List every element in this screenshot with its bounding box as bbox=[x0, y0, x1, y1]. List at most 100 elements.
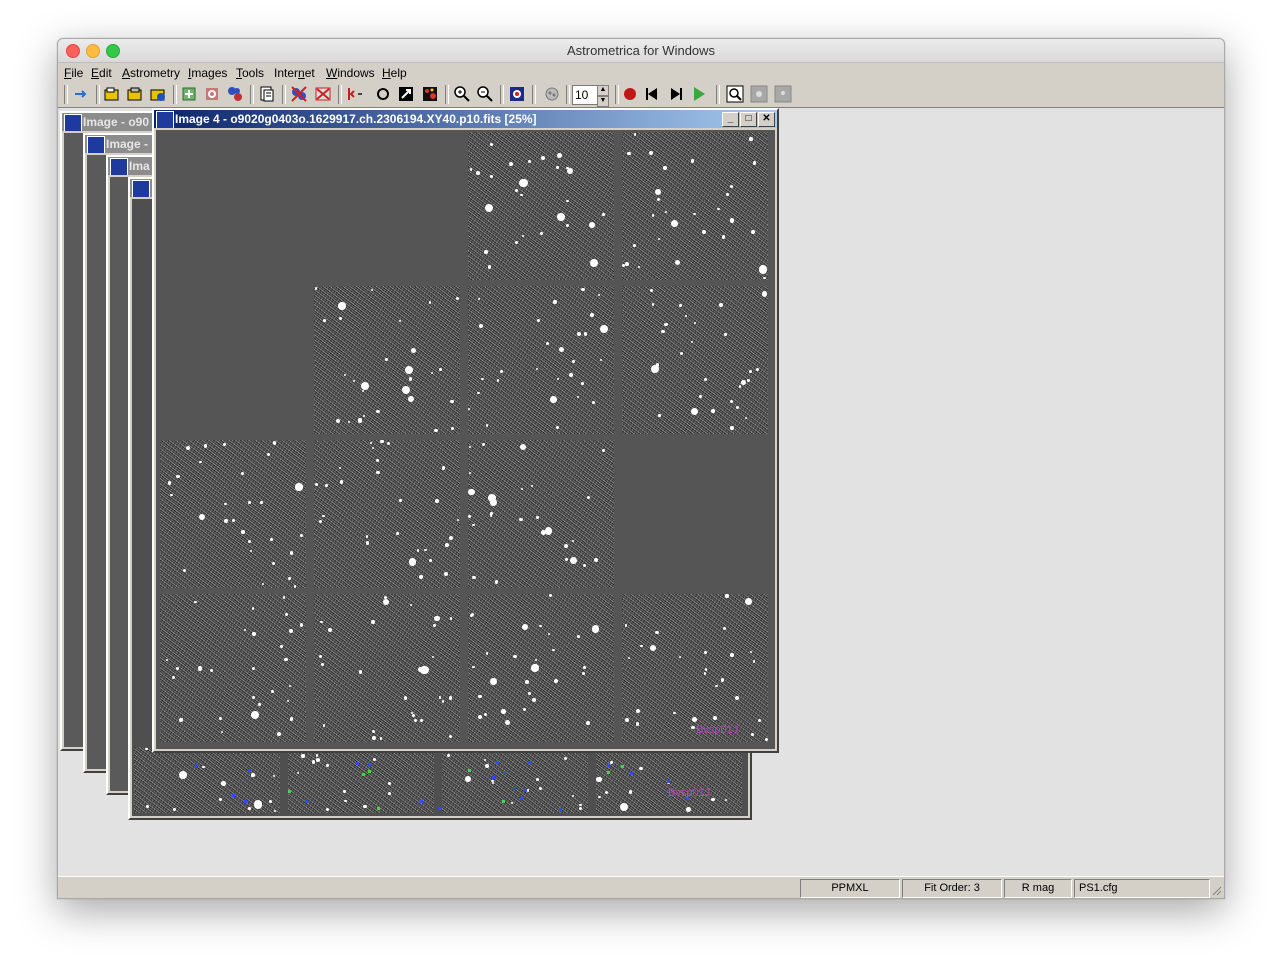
star bbox=[661, 329, 665, 334]
toolbar-separator bbox=[532, 85, 536, 104]
zoom-out-icon[interactable] bbox=[476, 85, 494, 103]
toolbar-separator bbox=[615, 85, 619, 104]
star bbox=[535, 658, 538, 661]
star bbox=[658, 414, 661, 417]
menu-internet[interactable]: Internet bbox=[274, 66, 315, 80]
astrometrica-icon bbox=[87, 136, 105, 153]
star bbox=[556, 165, 559, 168]
disabled-tool-icon[interactable] bbox=[750, 85, 768, 103]
star bbox=[693, 213, 696, 216]
star bbox=[449, 536, 454, 541]
star bbox=[589, 258, 599, 268]
star bbox=[679, 304, 682, 307]
track-object-icon[interactable] bbox=[397, 85, 415, 103]
open-images-icon[interactable] bbox=[126, 85, 144, 103]
color-image-icon[interactable] bbox=[421, 85, 439, 103]
object-label: Bvsp01J bbox=[696, 724, 739, 736]
object-detection-icon[interactable] bbox=[543, 85, 561, 103]
catalog-marker bbox=[231, 793, 235, 797]
star bbox=[270, 690, 274, 693]
active-image-canvas[interactable]: Bvsp01J bbox=[156, 130, 775, 749]
catalog-marker bbox=[629, 771, 633, 775]
star bbox=[565, 224, 569, 228]
add-image-icon[interactable] bbox=[180, 85, 198, 103]
star bbox=[557, 213, 565, 221]
blink-interval-field[interactable]: 10 bbox=[572, 85, 598, 105]
menu-help[interactable]: Help bbox=[382, 66, 407, 80]
spin-up-icon[interactable]: ▲ bbox=[597, 85, 609, 96]
star bbox=[664, 322, 668, 327]
minimize-window-button[interactable] bbox=[86, 44, 100, 58]
play-icon[interactable] bbox=[690, 85, 708, 103]
menu-astrometry[interactable]: Astrometry bbox=[122, 66, 180, 80]
star bbox=[693, 321, 697, 325]
maximize-child-button[interactable]: □ bbox=[740, 112, 757, 127]
settings-gear-icon[interactable] bbox=[203, 85, 221, 103]
stack-images-icon[interactable] bbox=[226, 85, 244, 103]
menu-tools[interactable]: Tools bbox=[236, 66, 264, 80]
circle-marker-icon[interactable] bbox=[374, 85, 392, 103]
star bbox=[410, 347, 416, 354]
open-folder-icon[interactable] bbox=[103, 85, 121, 103]
star bbox=[649, 151, 654, 156]
star bbox=[299, 623, 304, 627]
star bbox=[640, 644, 643, 648]
ccd-tile bbox=[468, 286, 614, 434]
step-forward-icon[interactable] bbox=[667, 85, 685, 103]
app-window: Astrometrica for Windows File Edit Astro… bbox=[57, 38, 1225, 899]
zoom-window-button[interactable] bbox=[106, 44, 120, 58]
magnifier-window-icon[interactable] bbox=[726, 85, 744, 103]
image-properties-icon[interactable] bbox=[258, 85, 276, 103]
arrow-right-icon[interactable] bbox=[72, 85, 90, 103]
open-recent-icon[interactable] bbox=[149, 85, 167, 103]
resize-grip-icon[interactable] bbox=[1210, 884, 1222, 896]
star bbox=[428, 301, 432, 304]
close-child-button[interactable]: ✕ bbox=[758, 112, 775, 127]
star bbox=[251, 773, 255, 777]
reference-stars-icon[interactable] bbox=[290, 85, 308, 103]
catalog-marker bbox=[247, 769, 251, 773]
zoom-in-icon[interactable] bbox=[453, 85, 471, 103]
star bbox=[371, 620, 375, 624]
minimize-child-button[interactable]: _ bbox=[722, 112, 739, 127]
clear-stars-icon[interactable] bbox=[314, 85, 332, 103]
star bbox=[266, 452, 271, 456]
spin-down-icon[interactable]: ▼ bbox=[597, 96, 609, 107]
blink-images-icon[interactable] bbox=[508, 85, 526, 103]
star bbox=[282, 596, 286, 599]
image-window-active[interactable]: Image 4 - o9020g0403o.1629917.ch.2306194… bbox=[152, 108, 779, 753]
star bbox=[468, 488, 476, 496]
step-back-icon[interactable] bbox=[643, 85, 661, 103]
star bbox=[576, 331, 582, 336]
star bbox=[494, 580, 498, 584]
star bbox=[386, 441, 390, 445]
move-marker-icon[interactable] bbox=[346, 85, 364, 103]
catalog-marker bbox=[362, 772, 366, 776]
star bbox=[468, 446, 472, 449]
star bbox=[472, 665, 476, 669]
window-titlebar[interactable]: Astrometrica for Windows bbox=[58, 39, 1224, 63]
star bbox=[511, 802, 514, 805]
star bbox=[691, 725, 695, 730]
menu-file[interactable]: File bbox=[64, 66, 83, 80]
star bbox=[484, 203, 493, 212]
star bbox=[284, 613, 289, 617]
star bbox=[221, 781, 226, 786]
star bbox=[554, 679, 559, 684]
blink-interval-spinner[interactable]: 10 ▲ ▼ bbox=[572, 85, 610, 107]
disabled-tool-icon[interactable] bbox=[774, 85, 792, 103]
star bbox=[481, 377, 484, 380]
menu-windows[interactable]: Windows bbox=[326, 66, 375, 80]
active-image-titlebar[interactable]: Image 4 - o9020g0403o.1629917.ch.2306194… bbox=[154, 110, 777, 128]
star bbox=[145, 805, 149, 809]
spinner-arrows[interactable]: ▲ ▼ bbox=[597, 85, 609, 107]
record-icon[interactable] bbox=[621, 85, 639, 103]
menu-edit[interactable]: Edit bbox=[91, 66, 112, 80]
star bbox=[218, 716, 222, 721]
ccd-tile bbox=[314, 440, 460, 588]
star bbox=[536, 778, 539, 781]
star bbox=[678, 656, 681, 659]
star bbox=[241, 529, 246, 534]
menu-images[interactable]: Images bbox=[188, 66, 227, 80]
close-window-button[interactable] bbox=[66, 44, 80, 58]
